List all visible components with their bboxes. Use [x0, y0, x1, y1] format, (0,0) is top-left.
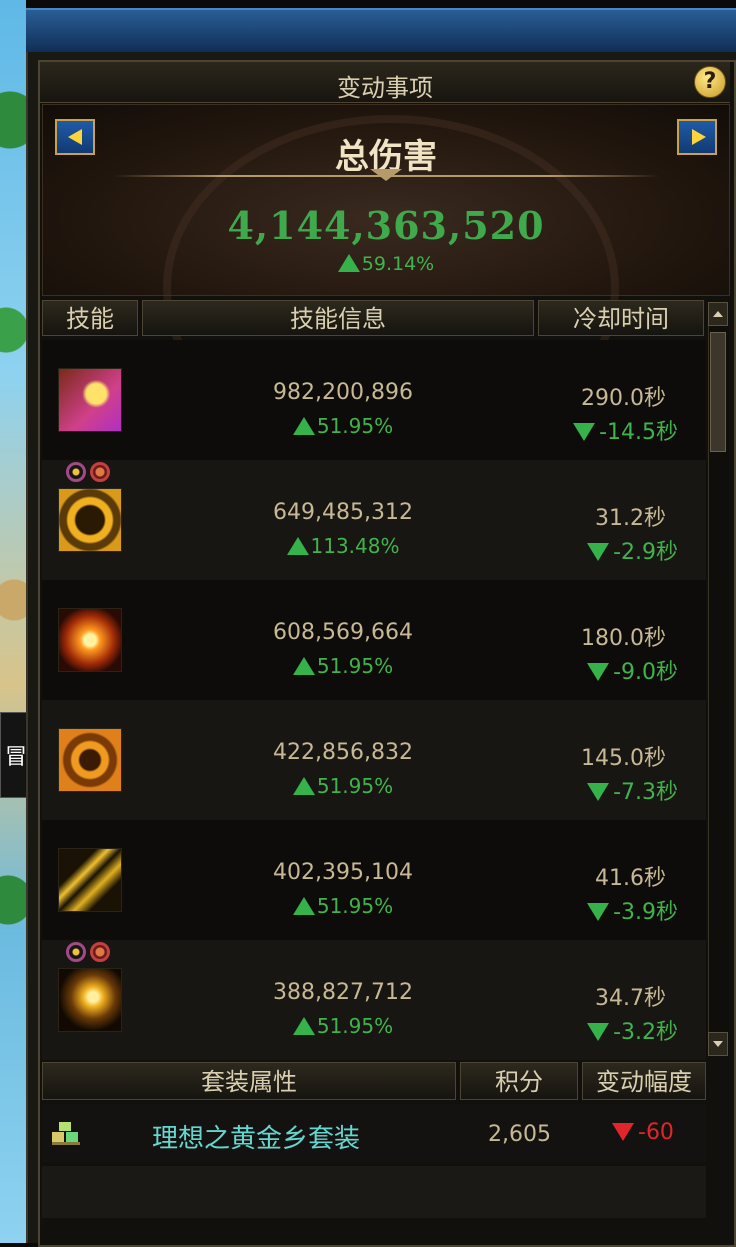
set-item-icon	[52, 1122, 80, 1145]
skill-damage-delta: 51.95%	[208, 654, 478, 678]
header-skill: 技能	[42, 300, 138, 336]
up-triangle-icon	[292, 1017, 315, 1035]
skill-cooldown-delta: -2.9秒	[500, 534, 680, 566]
skill-icon-orange-spin	[58, 728, 122, 792]
skill-cooldown-delta-text: -3.2秒	[613, 1020, 678, 1045]
skill-cooldown: 290.0秒	[581, 386, 666, 411]
gear-tag-icon	[90, 462, 110, 482]
skill-cooldown: 41.6秒	[595, 866, 666, 891]
skill-icon-purple-slash	[58, 368, 122, 432]
panel-title: 变动事项	[337, 74, 433, 102]
skill-cooldown: 34.7秒	[595, 986, 666, 1011]
total-damage-value: 4,144,363,520	[227, 203, 545, 248]
set-score: 2,605	[488, 1122, 551, 1147]
skill-cooldown: 31.2秒	[595, 506, 666, 531]
skill-cooldown-delta: -7.3秒	[500, 774, 680, 806]
game-background	[0, 0, 26, 1243]
skill-cooldown-delta: -3.2秒	[500, 1014, 680, 1046]
header-cooldown: 冷却时间	[538, 300, 704, 336]
skill-cooldown-delta-text: -2.9秒	[613, 540, 678, 565]
skill-damage: 982,200,896	[273, 380, 413, 405]
total-damage-delta: 59.14%	[43, 253, 729, 275]
skill-row[interactable]: 982,200,896 51.95% 290.0秒 -14.5秒	[42, 340, 706, 460]
skill-damage-delta: 51.95%	[208, 894, 478, 918]
skill-icon-golden-swirl	[58, 968, 122, 1032]
down-arrow-icon	[713, 1041, 723, 1047]
scroll-up-button[interactable]	[708, 302, 728, 326]
chevron-down-icon	[370, 169, 402, 181]
header-set-attribute: 套装属性	[42, 1062, 456, 1100]
skill-cooldown-delta-text: -7.3秒	[613, 780, 678, 805]
total-damage-summary: 总伤害 4,144,363,520 59.14%	[42, 104, 730, 461]
up-triangle-icon	[292, 417, 315, 435]
down-triangle-icon	[587, 663, 610, 681]
skill-icon-fire-burst	[58, 608, 122, 672]
skill-damage-delta-text: 51.95%	[316, 414, 394, 438]
down-triangle-icon	[612, 1123, 634, 1141]
scroll-down-button[interactable]	[708, 1032, 728, 1056]
skill-cooldown-delta-text: -9.0秒	[613, 660, 678, 685]
down-triangle-icon	[587, 903, 610, 921]
down-triangle-icon	[587, 783, 610, 801]
skill-cooldown: 145.0秒	[581, 746, 666, 771]
skill-damage-delta-text: 51.95%	[316, 894, 394, 918]
skill-icon-golden-ring	[58, 488, 122, 552]
up-arrow-icon	[713, 311, 723, 317]
up-triangle-icon	[292, 897, 315, 915]
skill-cooldown-delta-text: -14.5秒	[599, 420, 678, 445]
set-name: 理想之黄金乡套装	[152, 1124, 361, 1154]
skill-row[interactable]: 422,856,832 51.95% 145.0秒 -7.3秒	[42, 700, 706, 820]
skill-damage-delta: 51.95%	[208, 1014, 478, 1038]
empty-set-row	[42, 1166, 706, 1218]
up-triangle-icon	[286, 537, 309, 555]
header-skill-info: 技能信息	[142, 300, 534, 336]
skill-damage: 402,395,104	[273, 860, 413, 885]
total-damage-delta-text: 59.14%	[361, 253, 435, 275]
scrollbar-thumb[interactable]	[710, 332, 726, 452]
skill-row[interactable]: 388,827,712 51.95% 34.7秒 -3.2秒	[42, 940, 706, 1060]
up-triangle-icon	[292, 777, 315, 795]
skill-damage-delta-text: 51.95%	[316, 654, 394, 678]
set-change-text: -60	[638, 1120, 674, 1145]
skill-damage: 608,569,664	[273, 620, 413, 645]
up-triangle-icon	[337, 254, 360, 272]
gear-tag-icon	[90, 942, 110, 962]
rune-tag-icon	[66, 462, 86, 482]
skill-icon-golden-figure	[58, 848, 122, 912]
side-tab-label: 冒	[4, 745, 27, 770]
skill-damage-delta-text: 51.95%	[316, 1014, 394, 1038]
skill-damage-delta-text: 113.48%	[310, 534, 400, 558]
down-triangle-icon	[587, 543, 610, 561]
skill-row[interactable]: 608,569,664 51.95% 180.0秒 -9.0秒	[42, 580, 706, 700]
skill-tags	[66, 462, 114, 484]
header-change-range: 变动幅度	[582, 1062, 706, 1100]
window-top-bar	[26, 8, 736, 54]
skill-damage: 649,485,312	[273, 500, 413, 525]
skill-damage-delta-text: 51.95%	[316, 774, 394, 798]
skill-cooldown-delta: -3.9秒	[500, 894, 680, 926]
skill-damage-delta: 51.95%	[208, 414, 478, 438]
set-row[interactable]: 理想之黄金乡套装 2,605 -60	[42, 1104, 706, 1162]
down-triangle-icon	[573, 423, 596, 441]
question-mark-icon[interactable]: ?	[694, 66, 726, 98]
up-triangle-icon	[292, 657, 315, 675]
set-change: -60	[612, 1120, 674, 1145]
skill-damage-delta: 51.95%	[208, 774, 478, 798]
down-triangle-icon	[587, 1023, 610, 1041]
skill-row[interactable]: 402,395,104 51.95% 41.6秒 -3.9秒	[42, 820, 706, 940]
skill-damage: 422,856,832	[273, 740, 413, 765]
skill-cooldown-delta-text: -3.9秒	[613, 900, 678, 925]
skill-damage-delta: 113.48%	[208, 534, 478, 558]
header-score: 积分	[460, 1062, 578, 1100]
skill-tags	[66, 942, 114, 964]
rune-tag-icon	[66, 942, 86, 962]
skill-row[interactable]: 649,485,312 113.48% 31.2秒 -2.9秒	[42, 460, 706, 580]
panel-title-bar: 变动事项 ?	[40, 62, 730, 103]
skill-cooldown-delta: -9.0秒	[500, 654, 680, 686]
skill-damage: 388,827,712	[273, 980, 413, 1005]
skill-cooldown-delta: -14.5秒	[500, 414, 680, 446]
skill-cooldown: 180.0秒	[581, 626, 666, 651]
